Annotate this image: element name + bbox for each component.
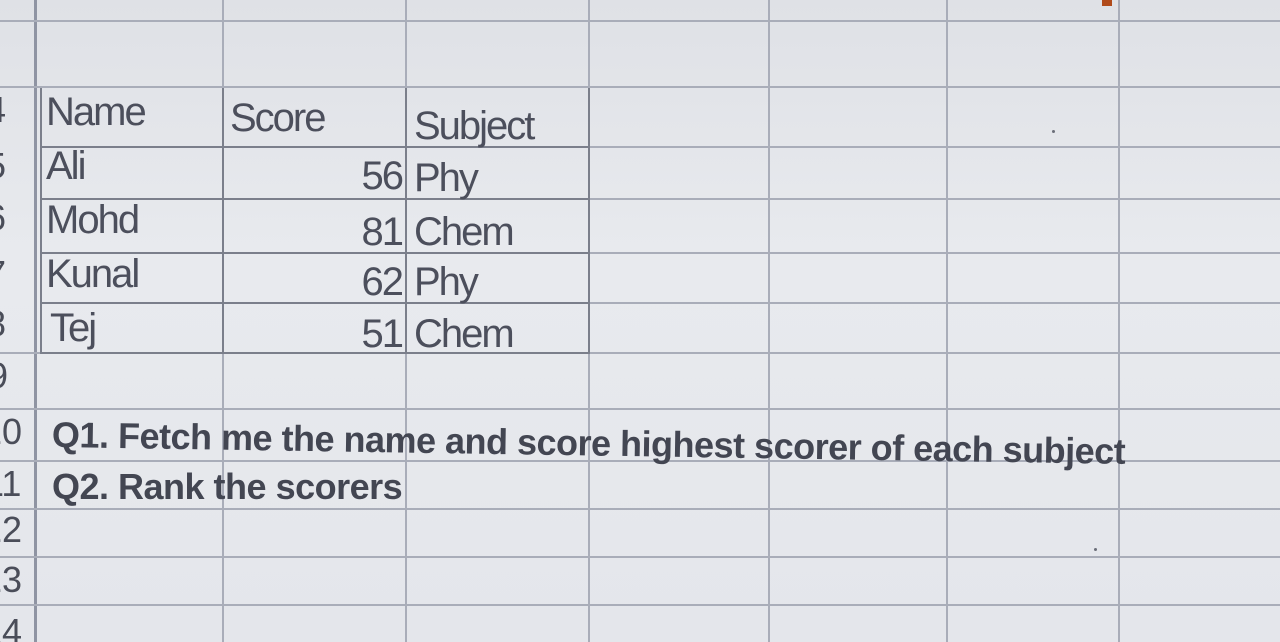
gridline-row	[0, 20, 1280, 22]
cell-name[interactable]: Ali	[46, 146, 86, 186]
row-number[interactable]: 4	[0, 92, 6, 128]
cell-subject[interactable]: Chem	[414, 314, 515, 354]
cell-score[interactable]: 51	[226, 314, 405, 354]
gridline-col	[946, 0, 948, 642]
cell-name[interactable]: Tej	[50, 308, 97, 348]
gridline-row	[0, 86, 1280, 88]
row-number[interactable]: 12	[0, 512, 22, 548]
question-2[interactable]: Q2. Rank the scorers	[52, 466, 403, 508]
gridline-row	[588, 146, 1280, 148]
row-number[interactable]: 5	[0, 148, 6, 184]
gridline-row	[0, 408, 1280, 410]
row-number[interactable]: 6	[0, 200, 6, 236]
table-border	[40, 302, 590, 304]
screen-speck	[1094, 548, 1097, 551]
row-number[interactable]: 10	[0, 414, 22, 450]
gridline-row	[0, 604, 1280, 606]
gridline-row	[0, 508, 1280, 510]
row-number[interactable]: 9	[0, 358, 8, 394]
gridline-col	[768, 0, 770, 642]
cell-name[interactable]: Mohd	[46, 200, 140, 240]
cell-name[interactable]: Kunal	[46, 254, 140, 294]
fill-handle[interactable]	[1102, 0, 1112, 6]
screen-speck	[1052, 130, 1055, 133]
header-score[interactable]: Score	[230, 98, 326, 138]
spreadsheet-grid: 4 5 6 7 8 9 10 11 12 13 14 Name Score Su…	[0, 0, 1280, 642]
question-1[interactable]: Q1. Fetch me the name and score highest …	[52, 414, 1126, 473]
cell-subject[interactable]: Chem	[414, 212, 515, 252]
gridline-row	[588, 252, 1280, 254]
cell-subject[interactable]: Phy	[414, 262, 479, 302]
row-header-divider	[34, 0, 37, 642]
row-number[interactable]: 7	[0, 256, 6, 292]
table-border	[405, 88, 407, 352]
row-number[interactable]: 14	[0, 614, 22, 642]
gridline-col	[1118, 0, 1120, 642]
row-number[interactable]: 11	[0, 466, 21, 502]
gridline-row	[0, 556, 1280, 558]
table-border	[588, 88, 590, 352]
cell-score[interactable]: 62	[226, 262, 405, 302]
table-border	[222, 88, 224, 352]
cell-subject[interactable]: Phy	[414, 158, 479, 198]
header-subject[interactable]: Subject	[414, 106, 535, 146]
cell-score[interactable]: 81	[226, 212, 405, 252]
gridline-row	[588, 302, 1280, 304]
table-border	[40, 88, 42, 352]
gridline-row	[588, 198, 1280, 200]
spreadsheet-photo: 4 5 6 7 8 9 10 11 12 13 14 Name Score Su…	[0, 0, 1280, 642]
header-name[interactable]: Name	[46, 92, 147, 132]
cell-score[interactable]: 56	[226, 156, 405, 196]
row-number[interactable]: 13	[0, 562, 22, 598]
row-number[interactable]: 8	[0, 306, 6, 342]
